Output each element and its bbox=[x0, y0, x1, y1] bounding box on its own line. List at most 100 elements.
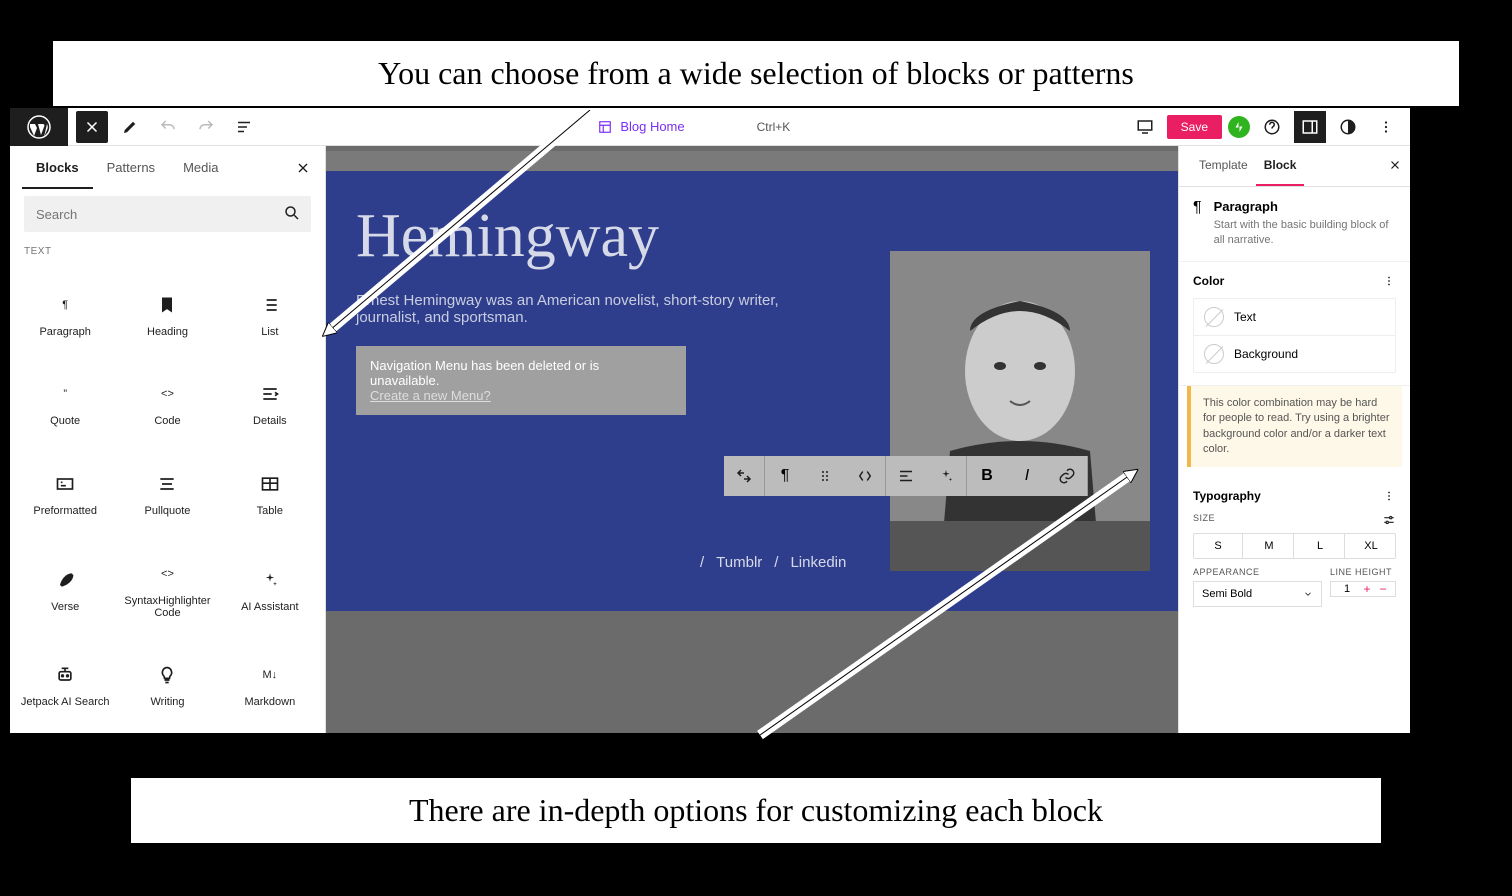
block-item-label: Verse bbox=[51, 601, 79, 613]
more-vertical-icon bbox=[1377, 118, 1395, 136]
undo-button[interactable] bbox=[152, 111, 184, 143]
wordpress-icon bbox=[27, 115, 51, 139]
list-icon bbox=[259, 294, 281, 316]
block-item-label: Writing bbox=[150, 696, 184, 708]
sparkle-icon bbox=[259, 569, 281, 591]
desktop-icon bbox=[1136, 118, 1154, 136]
block-item-preformatted[interactable]: Preformatted bbox=[16, 450, 114, 536]
block-item-table[interactable]: Table bbox=[221, 450, 319, 536]
more-vertical-icon[interactable] bbox=[1382, 489, 1396, 503]
section-typography-label: Typography bbox=[1193, 489, 1261, 503]
size-button-l[interactable]: L bbox=[1296, 534, 1345, 558]
block-item-details[interactable]: Details bbox=[221, 361, 319, 447]
nav-warn-text: Navigation Menu has been deleted or is u… bbox=[370, 358, 599, 388]
block-item-markdown[interactable]: M↓Markdown bbox=[221, 641, 319, 727]
glyph-icon: ” bbox=[54, 383, 76, 405]
tab-block[interactable]: Block bbox=[1256, 146, 1305, 186]
glyph-icon: <> bbox=[156, 563, 178, 585]
save-button[interactable]: Save bbox=[1167, 115, 1222, 139]
tab-blocks[interactable]: Blocks bbox=[22, 148, 93, 189]
feather-icon bbox=[54, 569, 76, 591]
wordpress-logo[interactable] bbox=[10, 108, 68, 146]
view-button[interactable] bbox=[1129, 111, 1161, 143]
block-item-ai-assistant[interactable]: AI Assistant bbox=[221, 540, 319, 638]
line-height-stepper[interactable]: + − bbox=[1330, 581, 1396, 597]
styles-button[interactable] bbox=[1332, 111, 1364, 143]
block-item-label: Table bbox=[257, 505, 283, 517]
size-button-s[interactable]: S bbox=[1194, 534, 1243, 558]
chevron-down-icon bbox=[1303, 589, 1313, 599]
line-height-label: LINE HEIGHT bbox=[1330, 567, 1396, 577]
details-icon bbox=[259, 383, 281, 405]
block-inserter-panel: Blocks Patterns Media TEXT ¶ParagraphHea… bbox=[10, 146, 326, 733]
block-item-label: List bbox=[261, 326, 278, 338]
pullquote-icon bbox=[156, 473, 178, 495]
nav-warning: Navigation Menu has been deleted or is u… bbox=[356, 346, 686, 415]
appearance-label: APPEARANCE bbox=[1193, 567, 1322, 577]
sliders-icon[interactable] bbox=[1382, 513, 1396, 527]
block-item-label: Details bbox=[253, 415, 287, 427]
block-item-code[interactable]: <>Code bbox=[118, 361, 216, 447]
arrow-top bbox=[290, 110, 610, 355]
sidebar-icon bbox=[1301, 118, 1319, 136]
block-item-syntaxhighlighter-code[interactable]: <> SyntaxHighlighter Code bbox=[118, 540, 216, 638]
jetpack-icon[interactable] bbox=[1228, 116, 1250, 138]
pencil-icon bbox=[121, 118, 139, 136]
appearance-value: Semi Bold bbox=[1202, 588, 1252, 600]
table-icon bbox=[259, 473, 281, 495]
block-item-label: Paragraph bbox=[39, 326, 90, 338]
help-button[interactable] bbox=[1256, 111, 1288, 143]
block-item-label: Preformatted bbox=[33, 505, 97, 517]
edit-button[interactable] bbox=[114, 111, 146, 143]
close-icon bbox=[1388, 158, 1402, 172]
color-contrast-warning: This color combination may be hard for p… bbox=[1187, 386, 1402, 468]
block-settings-panel: Template Block ¶ Paragraph Start with th… bbox=[1178, 146, 1410, 733]
bookmark-icon bbox=[156, 294, 178, 316]
create-menu-link[interactable]: Create a new Menu? bbox=[370, 388, 491, 403]
block-item-jetpack-ai-search[interactable]: Jetpack AI Search bbox=[16, 641, 114, 727]
settings-button[interactable] bbox=[1294, 111, 1326, 143]
glyph-icon: M↓ bbox=[259, 664, 281, 686]
bulb-icon bbox=[156, 664, 178, 686]
more-button[interactable] bbox=[1370, 111, 1402, 143]
block-item-quote[interactable]: ”Quote bbox=[16, 361, 114, 447]
tab-media[interactable]: Media bbox=[169, 148, 232, 189]
contrast-icon bbox=[1339, 118, 1357, 136]
color-background-button[interactable]: Background bbox=[1194, 336, 1395, 372]
block-item-pullquote[interactable]: Pullquote bbox=[118, 450, 216, 536]
line-height-increase[interactable]: + bbox=[1359, 582, 1375, 596]
block-item-label: AI Assistant bbox=[241, 601, 298, 613]
tab-template[interactable]: Template bbox=[1191, 146, 1256, 186]
color-text-label: Text bbox=[1234, 310, 1256, 324]
color-text-button[interactable]: Text bbox=[1194, 299, 1395, 336]
robot-icon bbox=[54, 664, 76, 686]
undo-icon bbox=[159, 118, 177, 136]
block-item-label: Heading bbox=[147, 326, 188, 338]
list-view-button[interactable] bbox=[228, 111, 260, 143]
close-editor-button[interactable] bbox=[76, 111, 108, 143]
block-item-paragraph[interactable]: ¶Paragraph bbox=[16, 271, 114, 357]
appearance-select[interactable]: Semi Bold bbox=[1193, 581, 1322, 607]
block-type-desc: Start with the basic building block of a… bbox=[1214, 218, 1396, 249]
line-height-decrease[interactable]: − bbox=[1375, 582, 1391, 596]
close-settings-button[interactable] bbox=[1388, 158, 1402, 175]
block-item-label: Pullquote bbox=[145, 505, 191, 517]
breadcrumb-label: Blog Home bbox=[620, 119, 684, 134]
block-item-verse[interactable]: Verse bbox=[16, 540, 114, 638]
breadcrumb[interactable]: Blog Home bbox=[598, 119, 684, 134]
size-button-xl[interactable]: XL bbox=[1347, 534, 1395, 558]
more-vertical-icon[interactable] bbox=[1382, 274, 1396, 288]
size-button-m[interactable]: M bbox=[1245, 534, 1294, 558]
block-item-label: Jetpack AI Search bbox=[21, 696, 110, 708]
close-icon bbox=[83, 118, 101, 136]
block-item-writing[interactable]: Writing bbox=[118, 641, 216, 727]
color-swatch-icon bbox=[1204, 307, 1224, 327]
redo-button[interactable] bbox=[190, 111, 222, 143]
block-item-label: Code bbox=[154, 415, 180, 427]
arrow-bottom bbox=[740, 455, 1160, 745]
block-item-label: SyntaxHighlighter Code bbox=[122, 595, 212, 619]
block-item-heading[interactable]: Heading bbox=[118, 271, 216, 357]
line-height-input[interactable] bbox=[1335, 583, 1359, 595]
search-input[interactable] bbox=[24, 196, 311, 232]
tab-patterns[interactable]: Patterns bbox=[93, 148, 169, 189]
